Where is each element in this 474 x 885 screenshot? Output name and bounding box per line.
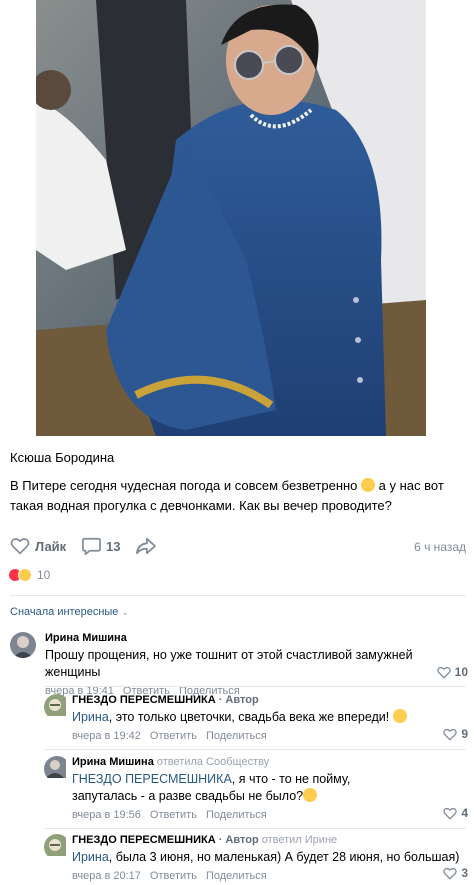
comment-author[interactable]: ГНЕЗДО ПЕРЕСМЕШНИКА	[72, 834, 216, 846]
comment-text: , это только цветочки, свадьба века же в…	[108, 710, 393, 724]
replied-to: ответила Сообществу	[156, 756, 270, 768]
share-icon	[136, 537, 156, 555]
replied-to: ответил Ирине	[261, 834, 338, 846]
comment-like-button[interactable]: 3	[443, 866, 468, 880]
divider	[44, 686, 466, 687]
share-comment-button[interactable]: Поделиться	[206, 809, 267, 821]
mention-link[interactable]: Ирина	[72, 850, 109, 864]
share-comment-button[interactable]: Поделиться	[206, 730, 267, 742]
chevron-down-icon: ⌄	[121, 607, 129, 617]
comments-count: 13	[106, 538, 121, 554]
post-photo[interactable]	[36, 0, 426, 436]
reactions-summary[interactable]: 10	[8, 566, 50, 584]
divider	[10, 595, 466, 596]
comments-button[interactable]: 13	[82, 537, 120, 555]
author-tag: · Автор	[218, 834, 259, 846]
reactions-count: 10	[37, 568, 51, 582]
divider	[44, 749, 466, 750]
comment-author[interactable]: ГНЕЗДО ПЕРЕСМЕШНИКА	[72, 694, 216, 706]
reply-button[interactable]: Ответить	[150, 870, 197, 882]
laughing-emoji-icon	[303, 788, 318, 802]
mention-link[interactable]: ГНЕЗДО ПЕРЕСМЕШНИКА	[72, 772, 232, 786]
reply-button[interactable]: Ответить	[150, 809, 197, 821]
heart-outline-icon	[443, 807, 458, 820]
heart-outline-icon	[443, 867, 458, 880]
comment-time: вчера в 19:56	[72, 809, 141, 821]
comment-icon	[82, 537, 101, 555]
comment-like-count: 3	[461, 866, 468, 880]
divider	[44, 828, 466, 829]
like-label: Лайк	[35, 538, 67, 554]
laughing-emoji-icon	[392, 709, 407, 723]
avatar[interactable]	[10, 632, 36, 658]
comment-like-count: 4	[461, 806, 468, 820]
post-text: В Питере сегодня чудесная погода и совсе…	[10, 476, 468, 516]
comment-like-button[interactable]: 10	[436, 665, 468, 679]
avatar[interactable]	[44, 694, 70, 720]
heart-outline-icon	[436, 666, 451, 679]
post-author[interactable]: Ксюша Бородина	[10, 450, 114, 465]
heart-eyes-emoji-icon	[361, 478, 376, 492]
comment-like-button[interactable]: 9	[443, 727, 468, 741]
comments-sort-dropdown[interactable]: Сначала интересные ⌄	[10, 606, 129, 618]
heart-eyes-reaction-icon	[18, 568, 32, 582]
comments-sort-label: Сначала интересные	[10, 606, 119, 618]
photo-illustration	[36, 0, 426, 436]
comment-time: вчера в 20:17	[72, 870, 141, 882]
avatar[interactable]	[44, 756, 70, 782]
post-text-part1: В Питере сегодня чудесная погода и совсе…	[10, 478, 362, 493]
like-button[interactable]: Лайк	[10, 537, 66, 555]
comment-like-button[interactable]: 4	[443, 806, 468, 820]
avatar[interactable]	[44, 834, 70, 860]
comment-like-count: 10	[454, 665, 468, 679]
comment-text: , была 3 июня, но маленькая) А будет 28 …	[108, 850, 460, 864]
post-time: 6 ч назад	[414, 540, 466, 554]
mention-link[interactable]: Ирина	[72, 710, 109, 724]
comment-author[interactable]: Ирина Мишина	[72, 756, 154, 768]
heart-outline-icon	[10, 538, 30, 555]
author-tag: · Автор	[218, 694, 259, 706]
share-comment-button[interactable]: Поделиться	[206, 870, 267, 882]
comment-text: Прошу прощения, но уже тошнит от этой сч…	[45, 648, 413, 679]
reply-button[interactable]: Ответить	[150, 730, 197, 742]
comment-author[interactable]: Ирина Мишина	[45, 632, 468, 644]
post-actions-bar: Лайк 13 6 ч назад	[10, 537, 468, 555]
share-button[interactable]	[136, 537, 156, 555]
comment-like-count: 9	[461, 727, 468, 741]
heart-outline-icon	[443, 728, 458, 741]
comment-time: вчера в 19:42	[72, 730, 141, 742]
